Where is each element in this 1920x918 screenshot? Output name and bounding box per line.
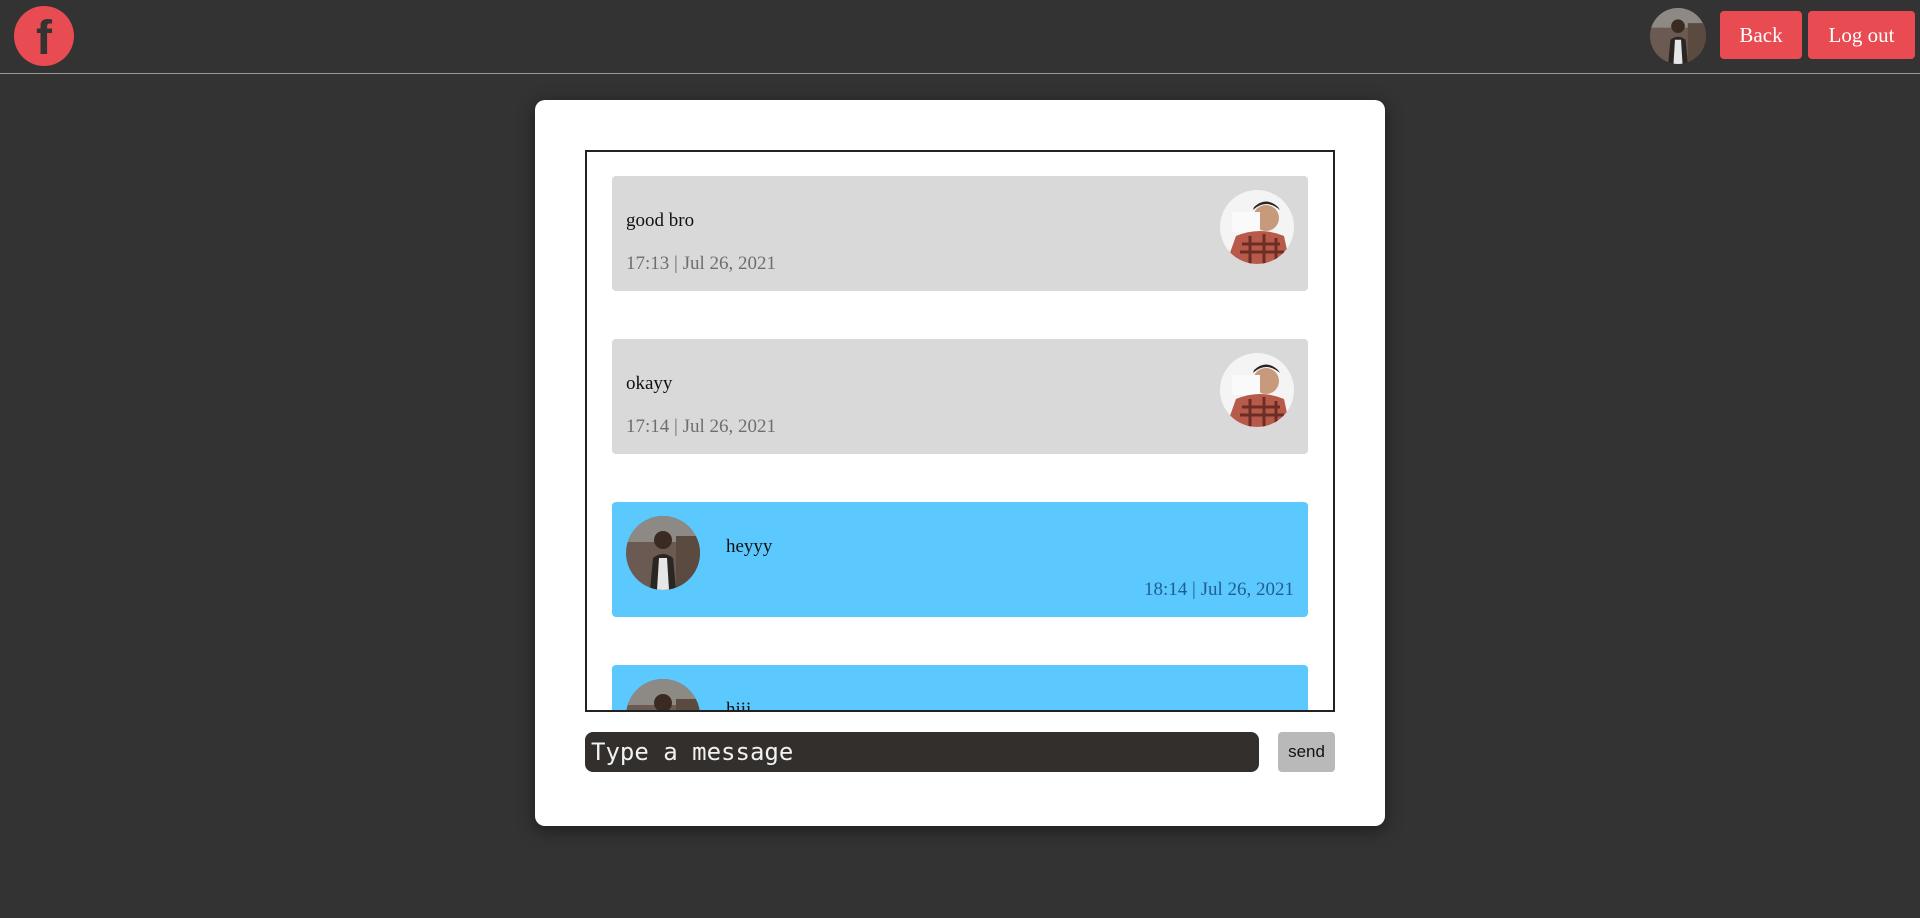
user-message-avatar-icon bbox=[626, 679, 700, 710]
user-avatar-icon bbox=[1650, 8, 1706, 64]
user-message-avatar bbox=[626, 679, 700, 710]
message-timestamp: 17:13 | Jul 26, 2021 bbox=[626, 253, 777, 274]
message-timestamp: 18:14 | Jul 26, 2021 bbox=[1143, 579, 1294, 600]
sender-avatar bbox=[1220, 353, 1294, 427]
message-text: hiii bbox=[726, 699, 752, 712]
user-message-avatar bbox=[626, 516, 700, 590]
message-list[interactable]: good bro 17:13 | Jul 26, 2021 okayy 17:1… bbox=[585, 150, 1335, 712]
message-text: heyyy bbox=[726, 536, 773, 557]
sender-avatar-icon bbox=[1220, 190, 1294, 264]
sender-avatar bbox=[1220, 190, 1294, 264]
user-avatar[interactable] bbox=[1650, 8, 1706, 64]
message-input[interactable] bbox=[585, 732, 1259, 772]
sender-avatar-icon bbox=[1220, 353, 1294, 427]
user-message-avatar-icon bbox=[626, 516, 700, 590]
send-button[interactable]: send bbox=[1278, 732, 1335, 772]
top-navbar: f Back Log out bbox=[0, 0, 1920, 74]
facebook-logo-icon[interactable]: f bbox=[14, 6, 74, 66]
message-outgoing: heyyy 18:14 | Jul 26, 2021 bbox=[612, 502, 1308, 617]
chat-card: good bro 17:13 | Jul 26, 2021 okayy 17:1… bbox=[535, 100, 1385, 826]
back-button[interactable]: Back bbox=[1720, 11, 1802, 59]
message-incoming: good bro 17:13 | Jul 26, 2021 bbox=[612, 176, 1308, 291]
message-outgoing: hiii bbox=[612, 665, 1308, 712]
message-text: okayy bbox=[626, 373, 673, 394]
logout-button[interactable]: Log out bbox=[1808, 11, 1915, 59]
message-timestamp: 17:14 | Jul 26, 2021 bbox=[626, 416, 777, 437]
logo-letter: f bbox=[36, 12, 52, 65]
message-text: good bro bbox=[626, 210, 695, 231]
message-incoming: okayy 17:14 | Jul 26, 2021 bbox=[612, 339, 1308, 454]
